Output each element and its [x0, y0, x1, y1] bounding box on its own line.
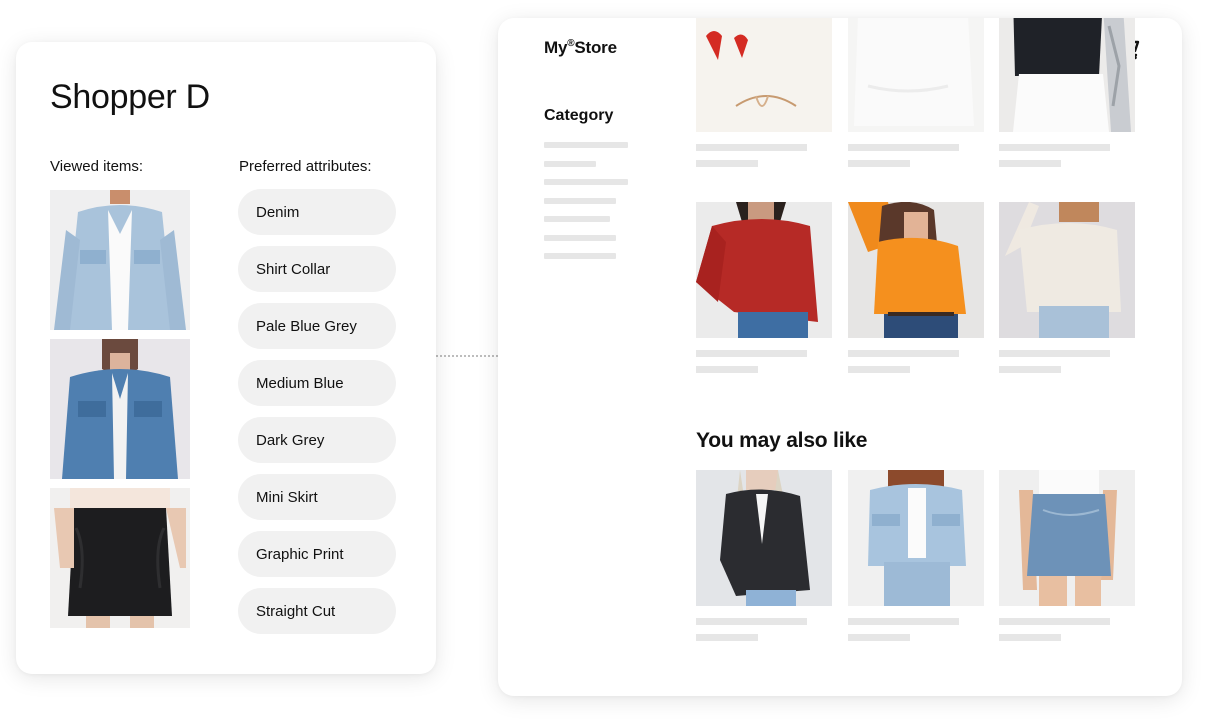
product-image[interactable] — [848, 18, 984, 132]
category-item-placeholder[interactable] — [544, 253, 616, 259]
category-item-placeholder[interactable] — [544, 160, 596, 167]
category-title: Category — [544, 107, 614, 124]
product-price-placeholder — [696, 366, 758, 373]
product-card[interactable] — [848, 202, 984, 373]
viewed-item-light-denim-jacket[interactable] — [50, 190, 190, 330]
product-title-placeholder — [696, 618, 807, 625]
attribute-chip-medium-blue[interactable]: Medium Blue — [238, 360, 396, 406]
attribute-chip-denim[interactable]: Denim — [238, 189, 396, 235]
preferred-attributes-label: Preferred attributes: — [239, 158, 372, 175]
product-card[interactable] — [696, 18, 832, 167]
recommended-product-card[interactable] — [696, 470, 832, 641]
product-price-placeholder — [999, 366, 1061, 373]
shopper-store-connector — [436, 355, 498, 357]
category-item-placeholder[interactable] — [544, 216, 610, 222]
category-list — [544, 142, 628, 272]
product-image[interactable] — [999, 202, 1135, 338]
category-item-placeholder[interactable] — [544, 179, 628, 185]
product-card[interactable] — [999, 202, 1135, 373]
store-logo[interactable]: My®Store — [544, 38, 617, 58]
attribute-chip-pale-blue-grey[interactable]: Pale Blue Grey — [238, 303, 396, 349]
product-title-placeholder — [848, 618, 959, 625]
product-price-placeholder — [848, 160, 910, 167]
product-title-placeholder — [999, 144, 1110, 151]
product-title-placeholder — [696, 350, 807, 357]
attribute-chip-straight-cut[interactable]: Straight Cut — [238, 588, 396, 634]
product-price-placeholder — [999, 160, 1061, 167]
store-preview-card: My®Store Category You may also like — [498, 18, 1182, 696]
logo-suffix: Store — [574, 38, 617, 57]
recommended-product-image[interactable] — [848, 470, 984, 606]
product-image[interactable] — [696, 202, 832, 338]
recommended-product-image[interactable] — [999, 470, 1135, 606]
viewed-item-black-mini-skirt[interactable] — [50, 488, 190, 628]
attribute-chip-dark-grey[interactable]: Dark Grey — [238, 417, 396, 463]
recommended-product-image[interactable] — [696, 470, 832, 606]
attribute-chip-shirt-collar[interactable]: Shirt Collar — [238, 246, 396, 292]
product-image[interactable] — [848, 202, 984, 338]
shopper-profile-card: Shopper D Viewed items: Preferred attrib… — [16, 42, 436, 674]
shopper-title: Shopper D — [50, 78, 210, 116]
product-title-placeholder — [848, 350, 959, 357]
attribute-chip-mini-skirt[interactable]: Mini Skirt — [238, 474, 396, 520]
product-price-placeholder — [848, 634, 910, 641]
product-price-placeholder — [999, 634, 1061, 641]
product-image[interactable] — [999, 18, 1135, 132]
product-price-placeholder — [848, 366, 910, 373]
logo-prefix: My — [544, 38, 568, 57]
product-price-placeholder — [696, 160, 758, 167]
viewed-item-medium-denim-jacket[interactable] — [50, 339, 190, 479]
product-image[interactable] — [696, 18, 832, 132]
viewed-items-list — [50, 190, 190, 637]
product-card[interactable] — [696, 202, 832, 373]
product-card[interactable] — [848, 18, 984, 167]
product-title-placeholder — [848, 144, 959, 151]
category-item-placeholder[interactable] — [544, 234, 616, 241]
category-item-placeholder[interactable] — [544, 197, 616, 204]
recommendations-title: You may also like — [696, 429, 868, 452]
product-card[interactable] — [999, 18, 1135, 167]
recommended-product-card[interactable] — [848, 470, 984, 641]
preferred-attributes-list: Denim Shirt Collar Pale Blue Grey Medium… — [238, 189, 396, 645]
product-title-placeholder — [999, 350, 1110, 357]
recommended-product-card[interactable] — [999, 470, 1135, 641]
viewed-items-label: Viewed items: — [50, 158, 144, 175]
product-title-placeholder — [999, 618, 1110, 625]
product-price-placeholder — [696, 634, 758, 641]
category-item-placeholder[interactable] — [544, 142, 628, 148]
product-title-placeholder — [696, 144, 807, 151]
attribute-chip-graphic-print[interactable]: Graphic Print — [238, 531, 396, 577]
